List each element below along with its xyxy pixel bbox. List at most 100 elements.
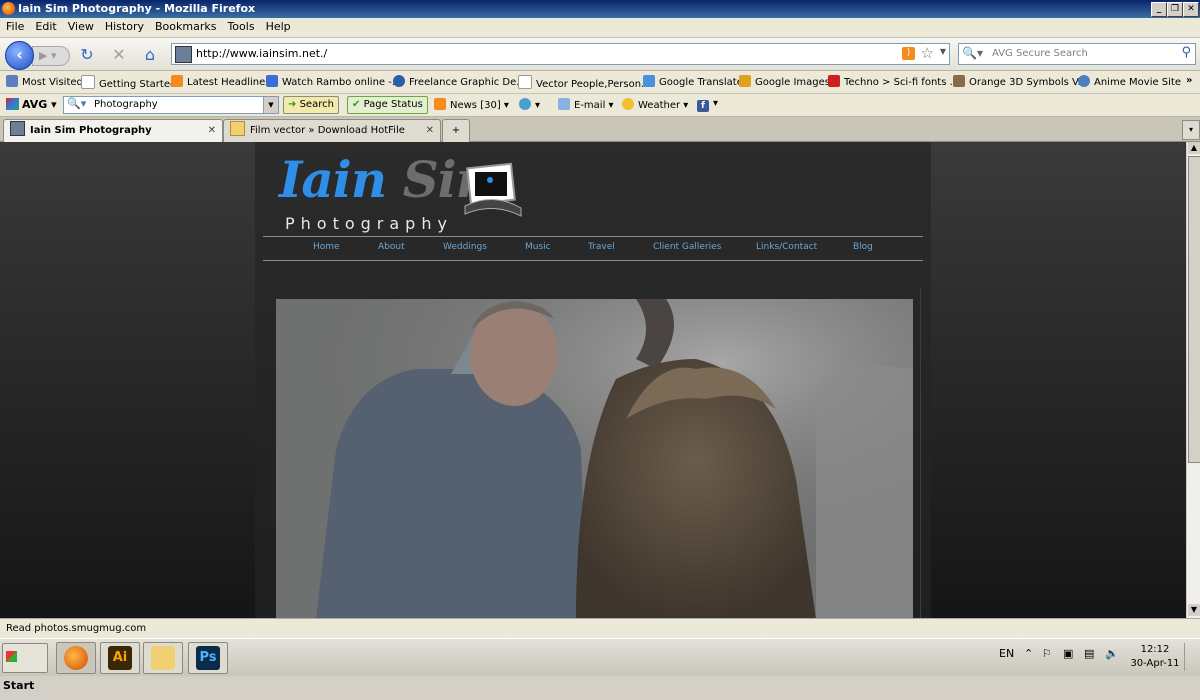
- menu-tools[interactable]: Tools: [222, 18, 259, 35]
- reload-icon[interactable]: ↻: [78, 46, 96, 64]
- taskbar-photoshop[interactable]: Ps: [188, 642, 228, 674]
- site-icon: [828, 75, 840, 87]
- tab-close-icon[interactable]: ✕: [208, 120, 216, 142]
- bookmarks-toolbar: Most Visited Getting Started Latest Head…: [0, 71, 1200, 94]
- arrow-right-icon: ➜: [288, 99, 297, 110]
- avg-search-button[interactable]: ➜ Search: [283, 96, 339, 114]
- menu-view[interactable]: View: [63, 18, 99, 35]
- network-icon[interactable]: ▣: [1063, 647, 1073, 660]
- scroll-down-icon[interactable]: ▼: [1188, 604, 1200, 616]
- bookmark-vector-people[interactable]: Vector People,Person...: [518, 75, 651, 90]
- language-indicator[interactable]: EN: [999, 647, 1014, 660]
- power-icon[interactable]: ▤: [1084, 647, 1094, 660]
- volume-icon[interactable]: 🔈: [1105, 647, 1119, 660]
- show-desktop-button[interactable]: [1184, 643, 1197, 671]
- bookmark-folder-icon: [6, 75, 18, 87]
- home-icon[interactable]: ⌂: [141, 46, 159, 64]
- email-button[interactable]: E-mail ▾: [558, 98, 614, 111]
- bookmark-techno-fonts[interactable]: Techno > Sci-fi fonts ...: [828, 75, 959, 88]
- stop-icon[interactable]: ✕: [110, 46, 128, 64]
- scroll-up-icon[interactable]: ▲: [1188, 142, 1200, 154]
- menu-edit[interactable]: Edit: [30, 18, 61, 35]
- scrollbar-thumb[interactable]: [1188, 156, 1200, 463]
- menu-bookmarks[interactable]: Bookmarks: [150, 18, 221, 35]
- weather-button[interactable]: Weather ▾: [622, 98, 688, 111]
- featured-photo[interactable]: [276, 299, 913, 618]
- vertical-scrollbar[interactable]: ▲ ▼: [1186, 142, 1200, 618]
- search-engine-icon[interactable]: 🔍▾: [962, 46, 983, 60]
- bookmark-orange-symbols[interactable]: Orange 3D Symbols V...: [953, 75, 1087, 88]
- menu-file[interactable]: File: [1, 18, 29, 35]
- facebook-button[interactable]: f ▾: [697, 98, 718, 112]
- news-button[interactable]: News [30] ▾: [434, 98, 509, 111]
- bookmark-getting-started[interactable]: Getting Started: [81, 75, 176, 90]
- bookmarks-overflow-icon[interactable]: »: [1186, 75, 1192, 86]
- action-center-flag-icon[interactable]: ⚐: [1042, 647, 1052, 660]
- featured-photo-illustration: [276, 299, 913, 618]
- tray-expand-icon[interactable]: ⌃: [1024, 647, 1033, 660]
- menu-history[interactable]: History: [100, 18, 149, 35]
- bookmark-anime-movie[interactable]: Anime Movie Site: [1078, 75, 1181, 88]
- title-bar: Iain Sim Photography - Mozilla Firefox _…: [0, 0, 1200, 18]
- bookmark-watch-rambo[interactable]: Watch Rambo online -...: [266, 75, 401, 88]
- page-background-right: [931, 142, 1186, 618]
- avg-search-input[interactable]: 🔍▾ Photography ▼: [63, 96, 279, 114]
- taskbar-firefox[interactable]: [56, 642, 96, 674]
- page-background-left: [0, 142, 255, 618]
- rss-icon: [434, 98, 446, 110]
- bookmark-google-translate[interactable]: Google Translate: [643, 75, 743, 88]
- avg-toolbar: AVG ▾ 🔍▾ Photography ▼ ➜ Search ✔ Page S…: [0, 94, 1200, 117]
- page-icon: [81, 75, 95, 89]
- start-button[interactable]: Start: [2, 643, 48, 692]
- bookmark-freelance[interactable]: Freelance Graphic De...: [393, 75, 526, 88]
- system-clock[interactable]: 12:12 30-Apr-11: [1130, 643, 1180, 671]
- tab-film-vector[interactable]: Film vector » Download HotFile Fileserv.…: [223, 119, 441, 158]
- bookmark-latest-headlines[interactable]: Latest Headlines: [171, 75, 271, 88]
- menu-bar: File Edit View History Bookmarks Tools Help: [0, 18, 1200, 38]
- taskbar: Start Ai Ps EN ⌃ ⚐ ▣ ▤ 🔈 12:12 30-Apr-11: [0, 638, 1200, 692]
- nav-about[interactable]: About: [378, 242, 405, 252]
- search-placeholder: AVG Secure Search: [992, 48, 1088, 59]
- tab-iain-sim-photography[interactable]: Iain Sim Photography ✕: [3, 119, 223, 142]
- tab-close-icon[interactable]: ✕: [426, 120, 434, 142]
- window-title: Iain Sim Photography - Mozilla Firefox: [18, 2, 256, 15]
- folder-icon: [230, 121, 245, 136]
- menu-help[interactable]: Help: [261, 18, 296, 35]
- address-bar[interactable]: http://www.iainsim.net./ ) ☆ ▼: [171, 43, 950, 65]
- rss-icon[interactable]: ): [902, 47, 915, 60]
- avg-globe-button[interactable]: ▾: [519, 98, 540, 111]
- nav-travel[interactable]: Travel: [588, 242, 615, 252]
- back-button[interactable]: ‹: [5, 41, 34, 70]
- restore-button[interactable]: ❐: [1167, 2, 1183, 17]
- bookmark-google-images[interactable]: Google Images: [739, 75, 830, 88]
- nav-client-galleries[interactable]: Client Galleries: [653, 242, 721, 252]
- close-button[interactable]: ✕: [1183, 2, 1199, 17]
- minimize-button[interactable]: _: [1151, 2, 1167, 17]
- nav-home[interactable]: Home: [313, 242, 340, 252]
- site-icon: [266, 75, 278, 87]
- site-favicon: [175, 46, 192, 63]
- new-tab-button[interactable]: +: [442, 119, 470, 142]
- page-status-button[interactable]: ✔ Page Status: [347, 96, 428, 114]
- avg-logo[interactable]: AVG ▾: [6, 98, 57, 111]
- tab-list-dropdown[interactable]: ▾: [1182, 120, 1200, 140]
- nav-blog[interactable]: Blog: [853, 242, 873, 252]
- search-go-icon[interactable]: ⚲: [1181, 45, 1191, 60]
- google-icon: [739, 75, 751, 87]
- bookmark-star-icon[interactable]: ☆: [921, 44, 934, 62]
- tab-bar: Iain Sim Photography ✕ Film vector » Dow…: [0, 117, 1200, 158]
- nav-links-contact[interactable]: Links/Contact: [756, 242, 817, 252]
- search-bar[interactable]: 🔍▾ AVG Secure Search ⚲: [958, 43, 1196, 65]
- taskbar-explorer[interactable]: [143, 642, 183, 674]
- forward-button[interactable]: ▶ ▾: [32, 46, 70, 66]
- site-favicon: [10, 121, 25, 136]
- status-bar: Read photos.smugmug.com: [0, 618, 1200, 639]
- address-dropdown-icon[interactable]: ▼: [940, 47, 946, 56]
- bookmark-most-visited[interactable]: Most Visited: [6, 75, 83, 88]
- taskbar-illustrator[interactable]: Ai: [100, 642, 140, 674]
- search-icon: 🔍▾: [67, 97, 87, 110]
- nav-music[interactable]: Music: [525, 242, 551, 252]
- nav-divider-bottom: [263, 260, 923, 261]
- nav-weddings[interactable]: Weddings: [443, 242, 487, 252]
- chevron-down-icon[interactable]: ▼: [263, 97, 278, 113]
